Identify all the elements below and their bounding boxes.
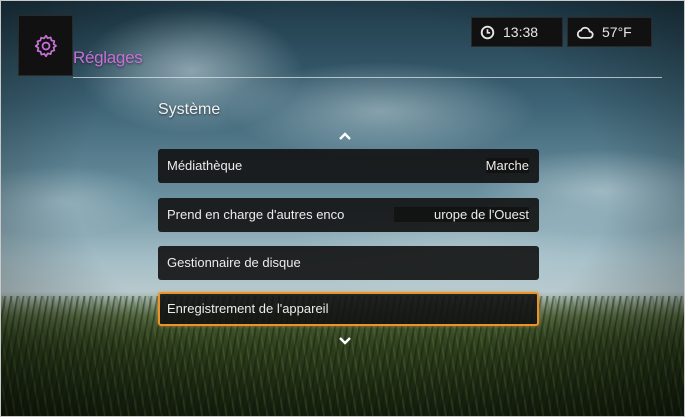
tv-settings-screen: Réglages 13:38 57°F Système Médiathèque …: [0, 0, 685, 417]
menu-item-label: Prend en charge d'autres enco: [167, 207, 345, 222]
chevron-down-icon[interactable]: [338, 336, 352, 346]
cloud-icon: [576, 26, 594, 39]
menu-item-disk-manager[interactable]: Gestionnaire de disque: [158, 246, 539, 280]
menu-item-mediatheque[interactable]: Médiathèque Marche: [158, 149, 539, 183]
chevron-up-icon[interactable]: [338, 131, 352, 141]
menu-item-value: urope de l'Ouest: [394, 207, 529, 222]
section-title: Système: [158, 101, 221, 118]
weather-temperature: 57°F: [602, 24, 632, 40]
clock-time: 13:38: [503, 24, 539, 40]
menu-item-value: Marche: [485, 158, 529, 173]
menu-item-label: Médiathèque: [167, 158, 243, 173]
page-title: Réglages: [73, 48, 143, 67]
header-divider: [73, 77, 662, 78]
menu-item-encoding[interactable]: Prend en charge d'autres enco urope de l…: [158, 198, 539, 232]
menu-item-label: Gestionnaire de disque: [167, 255, 301, 270]
app-icon-box: [18, 15, 73, 76]
gear-icon: [34, 34, 57, 57]
clock-icon: [480, 25, 495, 39]
clock-status: 13:38: [471, 17, 563, 47]
weather-status: 57°F: [567, 17, 652, 47]
menu-item-label: Enregistrement de l'appareil: [167, 301, 329, 316]
menu-item-device-registration[interactable]: Enregistrement de l'appareil: [158, 292, 539, 326]
